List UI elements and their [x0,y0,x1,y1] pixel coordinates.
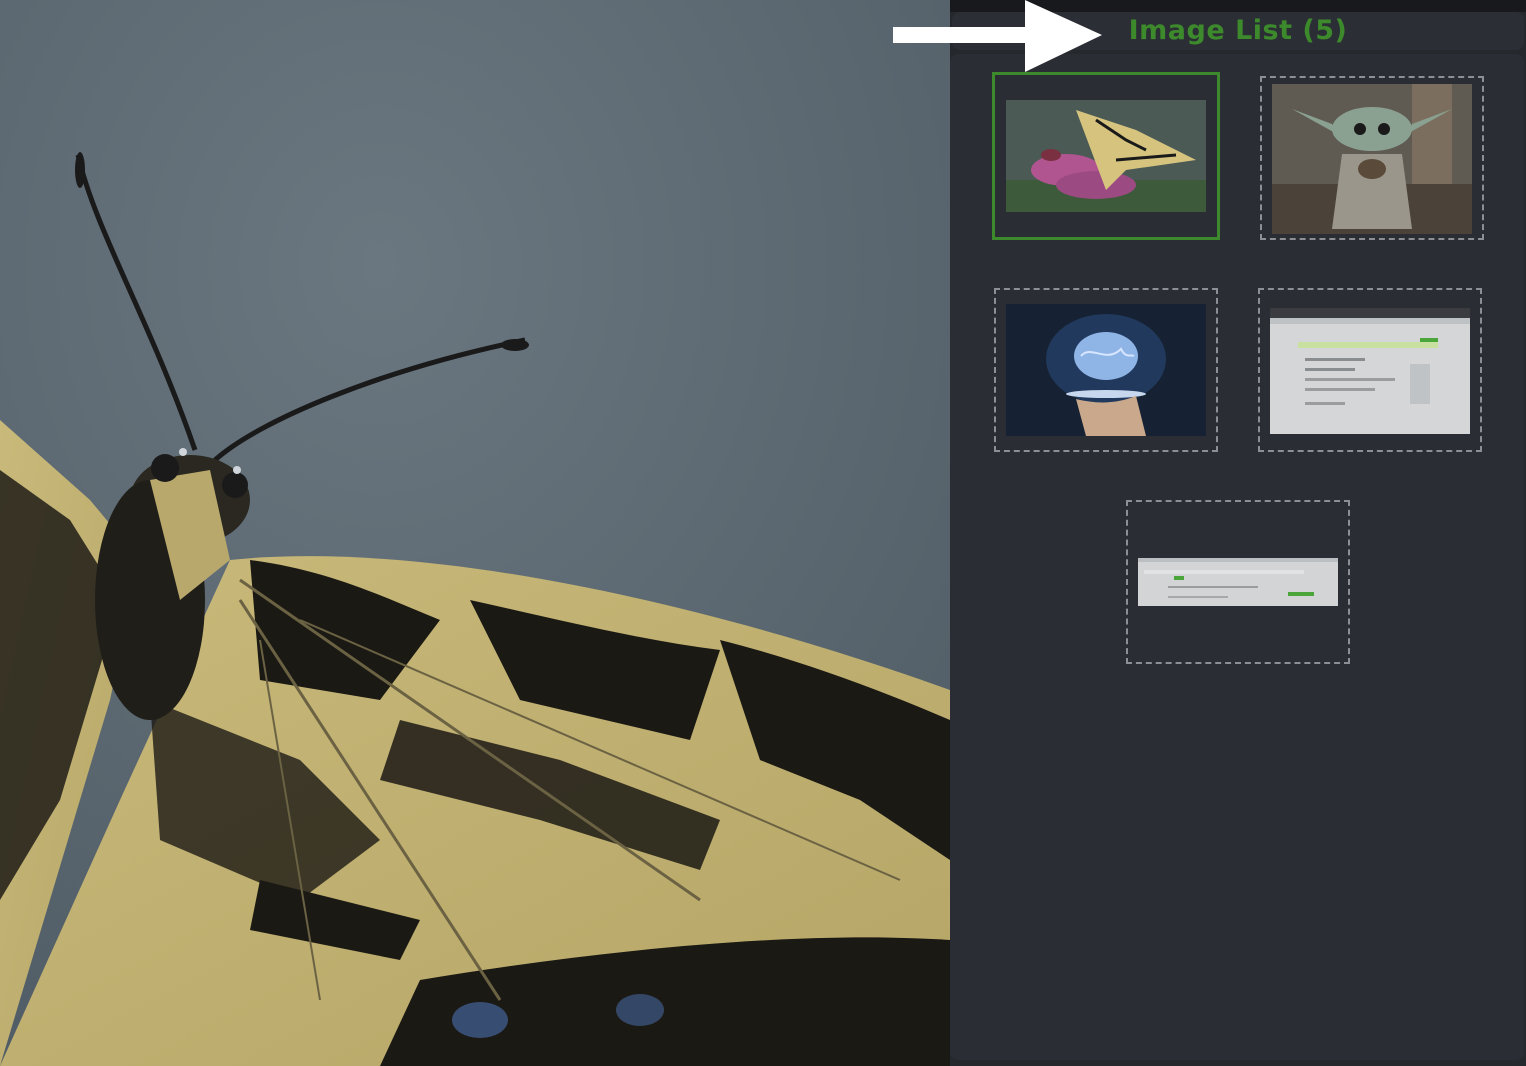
thumbnail-butterfly[interactable] [992,72,1220,240]
thumbnail-image-butterfly [1006,100,1206,212]
thumbnail-image-webpage-wide [1138,558,1338,606]
thumbnail-image-baby-yoda [1272,84,1472,234]
butterfly-image [0,0,950,1066]
thumbnail-brain[interactable] [994,288,1218,452]
arrow-icon [893,0,1102,72]
thumbnail-image-webpage [1270,308,1470,434]
thumbnail-baby-yoda[interactable] [1260,76,1484,240]
image-list-panel [950,54,1524,1060]
thumbnail-image-brain [1006,304,1206,436]
thumbnail-webpage[interactable] [1258,288,1482,452]
image-list-title-text: Image List (5) [1128,15,1348,46]
main-image-viewer[interactable] [0,0,950,1066]
thumbnail-webpage-wide[interactable] [1126,500,1350,664]
